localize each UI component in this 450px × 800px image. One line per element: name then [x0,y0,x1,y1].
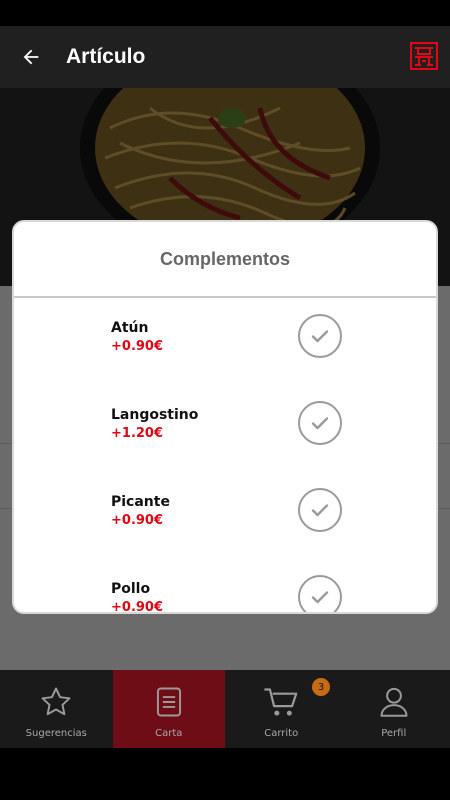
cart-count-badge: 3 [312,678,330,696]
list-item[interactable]: Picante +0.90€ [14,488,436,554]
bottom-navigation: Sugerencias Carta Carrito Perfil [0,670,450,748]
option-name: Langostino [111,407,199,423]
dialog-header: Complementos [14,222,436,298]
option-check-button[interactable] [298,575,342,612]
option-name: Picante [111,494,170,510]
option-check-button[interactable] [298,401,342,445]
restaurant-logo-icon [410,42,438,70]
option-price: +0.90€ [111,339,164,354]
menu-document-icon [156,687,181,717]
option-name: Pollo [111,581,151,597]
checkmark-circle-icon [311,330,329,343]
dialog-title: Complementos [159,248,291,269]
list-item[interactable]: Pollo +0.90€ [14,575,436,614]
app-bar: Artículo [0,26,450,88]
system-navigation-bar [0,748,450,800]
option-price: +1.20€ [111,426,164,441]
nav-item-perfil[interactable]: Perfil [338,670,450,748]
page-title: Artículo [66,45,146,68]
complementos-dialog: Complementos Atún +0.90€ Langostino +1.2… [12,220,438,614]
user-icon [380,687,408,717]
options-list: Atún +0.90€ Langostino +1.20€ Picante +0… [14,300,436,614]
status-bar [0,0,450,26]
nav-label: Perfil [381,728,407,739]
option-check-button[interactable] [298,488,342,532]
option-price: +0.90€ [111,600,164,614]
nav-label: Sugerencias [25,728,87,739]
checkmark-circle-icon [311,591,329,604]
option-price: +0.90€ [111,513,164,528]
nav-label: Carta [155,728,183,739]
checkmark-circle-icon [311,417,329,430]
nav-label: Carrito [264,728,299,739]
arrow-left-icon [23,49,39,65]
cart-icon [264,688,298,716]
star-icon [41,687,71,716]
list-item[interactable]: Atún +0.90€ [14,314,436,380]
nav-item-sugerencias[interactable]: Sugerencias [0,670,113,748]
back-button[interactable] [0,26,62,88]
list-item[interactable]: Langostino +1.20€ [14,401,436,467]
option-check-button[interactable] [298,314,342,358]
option-name: Atún [111,320,149,336]
nav-item-carta[interactable]: Carta [112,670,225,748]
checkmark-circle-icon [311,504,329,517]
